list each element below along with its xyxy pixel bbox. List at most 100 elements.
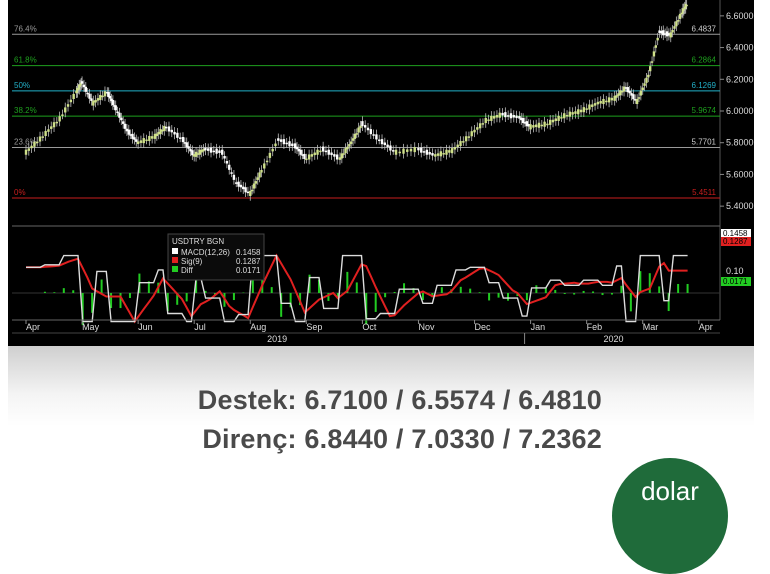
macd-diff-bar (573, 293, 575, 295)
price-candle (563, 113, 565, 118)
price-candle (602, 99, 604, 104)
price-candle (137, 141, 139, 144)
price-candle (569, 112, 571, 117)
price-candle (468, 136, 470, 138)
price-candle (434, 154, 436, 157)
price-candle (457, 145, 459, 148)
price-candle (61, 114, 63, 116)
macd-diff-bar (356, 282, 358, 293)
price-candle (597, 102, 599, 105)
price-candle (94, 100, 96, 103)
macd-diff-bar (129, 293, 131, 298)
price-candle (81, 81, 83, 84)
price-candle (64, 107, 66, 112)
price-candle (389, 145, 391, 150)
macd-value-tag-text: 0.1287 (723, 237, 748, 246)
price-candle (336, 154, 338, 159)
price-candle (431, 153, 433, 156)
price-candle (244, 187, 246, 192)
price-candle (148, 136, 150, 141)
price-candle (677, 20, 679, 22)
x-tick-label: Jan (531, 322, 546, 332)
macd-diff-bar (526, 293, 528, 300)
macd-diff-bar (271, 287, 273, 293)
x-tick-label: Dec (475, 322, 492, 332)
resistance-levels: Direnç: 6.8440 / 7.0330 / 7.2362 (202, 424, 602, 455)
price-candle (638, 97, 640, 99)
macd-diff-bar (564, 293, 566, 294)
price-candle (223, 156, 225, 159)
price-candle (515, 116, 517, 119)
price-candle (560, 117, 562, 119)
price-candle (670, 32, 672, 37)
price-candle (218, 150, 220, 153)
price-candle (53, 122, 55, 127)
price-candle (168, 126, 170, 131)
price-candle (535, 125, 537, 128)
macd-diff-bar (441, 287, 443, 293)
price-candle (538, 123, 540, 128)
macd-diff-bar (602, 293, 604, 295)
macd-diff-bar (677, 284, 679, 293)
price-candle (271, 149, 273, 152)
price-candle (204, 148, 206, 151)
price-candle (56, 122, 58, 124)
price-candle (513, 115, 515, 118)
price-candle (437, 153, 439, 156)
dolar-logo: dolar (612, 458, 728, 574)
macd-diff-bar (535, 285, 537, 293)
price-candle (120, 118, 122, 121)
price-candle (479, 123, 481, 128)
price-candle (258, 172, 260, 177)
macd-diff-bar (233, 293, 235, 300)
macd-legend-swatch (172, 266, 178, 272)
price-candle (504, 112, 506, 117)
fib-value-label: 5.4511 (692, 188, 716, 197)
x-tick-label: Jun (138, 322, 153, 332)
price-candle (328, 150, 330, 155)
price-candle (487, 119, 489, 121)
price-candle (179, 137, 181, 139)
price-candle (274, 144, 276, 147)
price-candle (628, 91, 630, 94)
price-candle (571, 112, 573, 115)
price-candle (230, 172, 232, 174)
price-candle (372, 134, 374, 136)
price-candle (546, 124, 548, 126)
price-candle (118, 113, 120, 118)
fib-label: 38.2% (14, 106, 37, 115)
macd-diff-bar (384, 293, 386, 297)
price-candle (454, 147, 456, 150)
price-candle (445, 150, 447, 155)
price-candle (395, 150, 397, 155)
price-candle (541, 125, 543, 127)
x-tick-label: May (82, 322, 100, 332)
price-candle (510, 113, 512, 118)
macd-legend-swatch (172, 257, 178, 263)
price-candle (647, 75, 649, 78)
price-candle (642, 88, 644, 91)
price-candle (417, 148, 419, 151)
price-candle (583, 107, 585, 112)
price-candle (574, 111, 576, 114)
price-candle (378, 140, 380, 142)
price-candle (319, 151, 321, 153)
price-candle (367, 128, 369, 131)
price-candle (30, 146, 32, 149)
price-candle (356, 133, 358, 135)
price-candle (361, 121, 363, 126)
price-candle (645, 78, 647, 83)
price-candle (651, 61, 653, 63)
x-tick-label: Aug (250, 322, 266, 332)
price-candle (384, 143, 386, 146)
price-candle (171, 130, 173, 133)
support-levels: Destek: 6.7100 / 6.5574 / 6.4810 (198, 385, 602, 416)
fib-label: 61.8% (14, 56, 37, 65)
price-candle (124, 124, 126, 129)
price-candle (213, 151, 215, 153)
price-candle (283, 139, 285, 144)
price-candle (406, 149, 408, 152)
price-candle (253, 184, 255, 189)
price-candle (501, 113, 503, 116)
macd-diff-bar (63, 288, 65, 293)
